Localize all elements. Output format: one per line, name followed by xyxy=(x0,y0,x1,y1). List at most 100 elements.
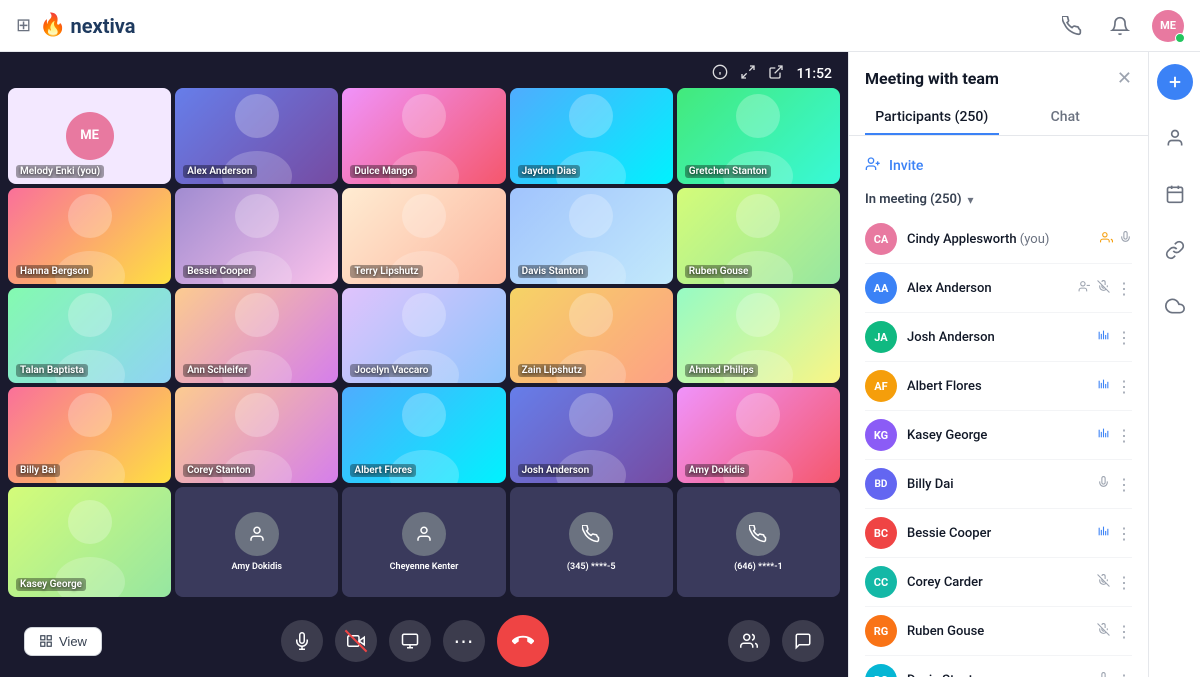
close-button[interactable]: ✕ xyxy=(1117,68,1132,89)
avatar: DS xyxy=(865,664,897,677)
tile-label: Jocelyn Vaccaro xyxy=(350,364,432,377)
tile-label: Terry Lipshutz xyxy=(350,265,422,278)
phone-icon-btn[interactable] xyxy=(1056,10,1088,42)
tile-label: Bessie Cooper xyxy=(183,265,256,278)
more-icon[interactable]: ⋮ xyxy=(1116,671,1132,677)
participant-row: AA Alex Anderson ⋮ xyxy=(865,266,1132,310)
participant-row: BC Bessie Cooper ⋮ xyxy=(865,511,1132,555)
invite-button[interactable]: Invite xyxy=(865,148,1132,184)
side-nav xyxy=(1148,52,1200,677)
panel-body: Invite In meeting (250) ▾ CA Cindy Apple… xyxy=(849,136,1148,677)
avatar: BC xyxy=(865,517,897,549)
video-tile: Ann Schleifer xyxy=(175,288,338,384)
chat-button[interactable] xyxy=(782,620,824,662)
participant-row: CC Corey Carder ⋮ xyxy=(865,560,1132,604)
self-avatar: ME xyxy=(66,112,114,160)
nav-icons: ME xyxy=(1056,10,1184,42)
bell-icon-btn[interactable] xyxy=(1104,10,1136,42)
remove-icon xyxy=(1078,280,1091,297)
participant-icons: ⋮ xyxy=(1097,475,1132,494)
mic-button[interactable] xyxy=(281,620,323,662)
popout-icon[interactable] xyxy=(768,64,784,84)
tile-label: Kasey George xyxy=(16,578,86,591)
muted-icon xyxy=(1097,280,1110,297)
avatar: AA xyxy=(865,272,897,304)
more-icon[interactable]: ⋮ xyxy=(1116,622,1132,641)
avatar: KG xyxy=(865,419,897,451)
participant-icons: ⋮ xyxy=(1097,426,1132,445)
host-icon xyxy=(1100,231,1113,248)
view-button[interactable]: View xyxy=(24,627,102,656)
more-icon[interactable]: ⋮ xyxy=(1116,279,1132,298)
add-button[interactable] xyxy=(1157,64,1193,100)
main-content: 11:52 ME Melody Enki (you) Alex Anderson xyxy=(0,52,1200,677)
meeting-time: 11:52 xyxy=(796,66,832,82)
participant-row: DS Davis Stanton ⋮ xyxy=(865,658,1132,677)
more-icon[interactable]: ⋮ xyxy=(1116,475,1132,494)
logo-flame: 🔥 xyxy=(39,13,66,38)
mic-icon xyxy=(1097,672,1110,677)
mic-icon xyxy=(1097,476,1110,493)
more-icon[interactable]: ⋮ xyxy=(1116,524,1132,543)
participant-name: Josh Anderson xyxy=(907,330,1087,345)
sidebar-person-icon[interactable] xyxy=(1157,120,1193,156)
expand-icon[interactable] xyxy=(740,64,756,84)
user-avatar[interactable]: ME xyxy=(1152,10,1184,42)
video-controls: View ⋯ xyxy=(0,605,848,677)
participant-icons: ⋮ xyxy=(1097,377,1132,396)
participant-icons: ⋮ xyxy=(1078,279,1132,298)
video-tile: Amy Dokidis xyxy=(677,387,840,483)
participants-button[interactable] xyxy=(728,620,770,662)
info-icon[interactable] xyxy=(712,64,728,84)
grid-icon[interactable]: ⊞ xyxy=(16,15,31,36)
end-call-button[interactable] xyxy=(497,615,549,667)
video-tile: Alex Anderson xyxy=(175,88,338,184)
participant-name: Bessie Cooper xyxy=(907,526,1087,541)
video-top-bar: 11:52 xyxy=(712,64,832,84)
video-tile: Terry Lipshutz xyxy=(342,188,505,284)
more-icon[interactable]: ⋮ xyxy=(1116,426,1132,445)
more-icon[interactable]: ⋮ xyxy=(1116,377,1132,396)
tile-label: Alex Anderson xyxy=(183,165,256,178)
sidebar-link-icon[interactable] xyxy=(1157,232,1193,268)
tile-label: Zain Lipshutz xyxy=(518,364,586,377)
phone-avatar xyxy=(235,512,279,556)
more-icon[interactable]: ⋮ xyxy=(1116,573,1132,592)
participant-name: Albert Flores xyxy=(907,379,1087,394)
speaking-icon xyxy=(1097,525,1110,542)
video-tile: Kasey George xyxy=(8,487,171,597)
participant-row: JA Josh Anderson ⋮ xyxy=(865,315,1132,359)
panel-title-row: Meeting with team ✕ xyxy=(865,68,1132,89)
user-initials: ME xyxy=(1160,19,1176,32)
online-dot xyxy=(1175,33,1185,43)
video-tile: Dulce Mango xyxy=(342,88,505,184)
tile-label: Ruben Gouse xyxy=(685,265,753,278)
video-tile: Talan Baptista xyxy=(8,288,171,384)
share-button[interactable] xyxy=(389,620,431,662)
sidebar-cloud-icon[interactable] xyxy=(1157,288,1193,324)
control-center: ⋯ xyxy=(281,615,549,667)
more-icon[interactable]: ⋮ xyxy=(1116,328,1132,347)
video-tile: Zain Lipshutz xyxy=(510,288,673,384)
video-grid: ME Melody Enki (you) Alex Anderson xyxy=(0,52,848,677)
mic-icon xyxy=(1119,231,1132,248)
video-tile: Josh Anderson xyxy=(510,387,673,483)
chevron-down-icon[interactable]: ▾ xyxy=(968,193,974,207)
camera-button[interactable] xyxy=(335,620,377,662)
participant-icons xyxy=(1100,231,1132,248)
video-tile: Albert Flores xyxy=(342,387,505,483)
tile-label: Davis Stanton xyxy=(518,265,588,278)
tab-participants[interactable]: Participants (250) xyxy=(865,101,999,135)
avatar: BD xyxy=(865,468,897,500)
logo: 🔥 nextiva xyxy=(39,13,135,38)
sidebar-calendar-icon[interactable] xyxy=(1157,176,1193,212)
video-tile: Davis Stanton xyxy=(510,188,673,284)
tab-chat[interactable]: Chat xyxy=(999,101,1133,135)
speaking-icon xyxy=(1097,378,1110,395)
participant-row: KG Kasey George ⋮ xyxy=(865,413,1132,457)
more-button[interactable]: ⋯ xyxy=(443,620,485,662)
muted-icon xyxy=(1097,574,1110,591)
self-label: Melody Enki (you) xyxy=(16,165,104,178)
tile-label: Jaydon Dias xyxy=(518,165,581,178)
tile-label: Hanna Bergson xyxy=(16,265,93,278)
